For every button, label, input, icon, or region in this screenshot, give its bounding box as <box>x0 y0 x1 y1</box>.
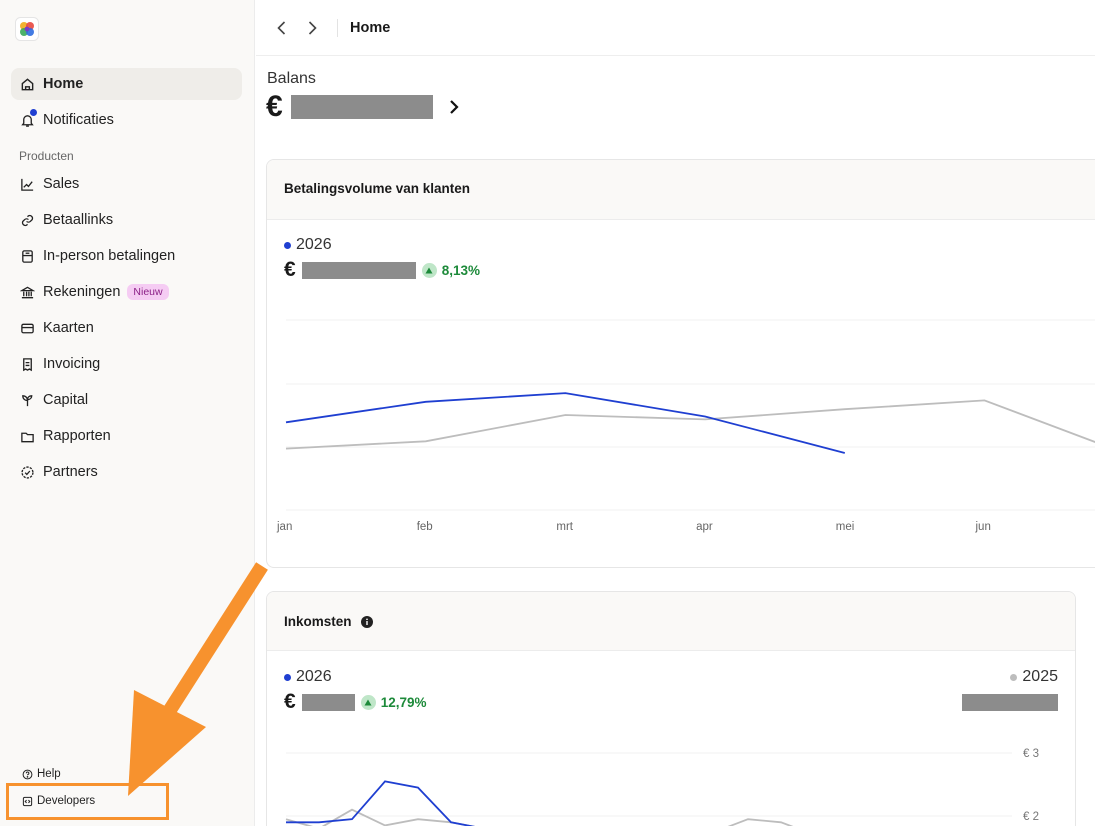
link-icon <box>19 212 35 228</box>
x-tick-label: mrt <box>556 521 573 533</box>
chart-line-icon <box>19 176 35 192</box>
sidebar-item-label: Rapporten <box>43 428 111 444</box>
forward-arrow-icon[interactable] <box>302 18 322 38</box>
sidebar-item-label: Capital <box>43 392 89 408</box>
x-tick-label: jun <box>975 521 991 533</box>
bell-icon <box>19 109 37 128</box>
section-label-producten: Producten <box>19 149 74 163</box>
terminal-icon <box>19 248 35 264</box>
sidebar-item-label: Partners <box>43 464 98 480</box>
new-badge: Nieuw <box>127 284 169 300</box>
sidebar-item-invoicing[interactable]: Invoicing <box>11 348 242 380</box>
sidebar-item-label: Sales <box>43 176 80 192</box>
bank-icon <box>19 284 35 300</box>
y-tick-label: € 2 <box>1023 811 1039 823</box>
sidebar-item-kaarten[interactable]: Kaarten <box>11 312 242 344</box>
sidebar-item-label: In-person betalingen <box>43 248 176 264</box>
invoice-icon <box>19 356 35 372</box>
income-card: Inkomsten 2026 2025 € 12,79% € 3 € 2 <box>266 591 1076 826</box>
x-tick-label: apr <box>696 521 713 533</box>
sidebar-item-rapporten[interactable]: Rapporten <box>11 420 242 452</box>
topbar-divider <box>337 19 338 37</box>
income-series-line-2025 <box>285 808 794 826</box>
sidebar-item-rekeningen[interactable]: Rekeningen Nieuw <box>11 276 242 308</box>
sidebar-item-label: Kaarten <box>43 320 94 336</box>
redacted-balance <box>290 95 433 119</box>
badge-check-icon <box>19 464 35 480</box>
folder-icon <box>19 428 35 444</box>
home-icon <box>19 76 35 92</box>
sidebar-item-capital[interactable]: Capital <box>11 384 242 416</box>
y-tick-label: € 3 <box>1023 748 1039 760</box>
sidebar-item-label: Rekeningen <box>43 284 121 300</box>
sidebar-item-sales[interactable]: Sales <box>11 168 242 200</box>
sidebar-item-notificaties[interactable]: Notificaties <box>11 104 242 136</box>
sidebar-item-home[interactable]: Home <box>11 68 242 100</box>
sidebar-item-label: Betaallinks <box>43 212 114 228</box>
income-chart: € 3 € 2 <box>285 748 1039 826</box>
help-link[interactable]: Help <box>22 768 61 780</box>
balance-label: Balans <box>267 70 316 87</box>
volume-card: Betalingsvolume van klanten 2026 € 8,13%… <box>266 159 1095 568</box>
sidebar-item-in-person-betalingen[interactable]: In-person betalingen <box>11 240 242 272</box>
help-icon <box>22 769 33 779</box>
breadcrumb: Home <box>350 20 391 36</box>
sidebar-item-label: Home <box>43 76 84 92</box>
highlight-box <box>6 783 169 820</box>
balance-amount[interactable]: € <box>266 90 461 124</box>
sidebar-item-label: Notificaties <box>43 112 114 128</box>
sprout-icon <box>19 392 35 408</box>
logo-icon[interactable] <box>15 17 39 41</box>
x-tick-label: feb <box>417 521 433 533</box>
card-icon <box>19 320 35 336</box>
volume-series-line-2025 <box>285 399 1095 450</box>
sidebar-item-partners[interactable]: Partners <box>11 456 242 488</box>
notification-dot <box>30 109 37 116</box>
sidebar-item-label: Invoicing <box>43 356 101 372</box>
back-arrow-icon[interactable] <box>272 18 292 38</box>
balance-currency: € <box>266 90 283 123</box>
x-tick-label: mei <box>836 521 855 533</box>
volume-chart: janfebmrtaprmeijunjul <box>276 319 1095 533</box>
sidebar-item-betaallinks[interactable]: Betaallinks <box>11 204 242 236</box>
help-label: Help <box>37 768 61 780</box>
sidebar: Home Notificaties Producten Sales Betaal… <box>0 0 255 826</box>
chevron-right-icon[interactable] <box>447 98 461 116</box>
x-tick-label: jan <box>276 521 292 533</box>
